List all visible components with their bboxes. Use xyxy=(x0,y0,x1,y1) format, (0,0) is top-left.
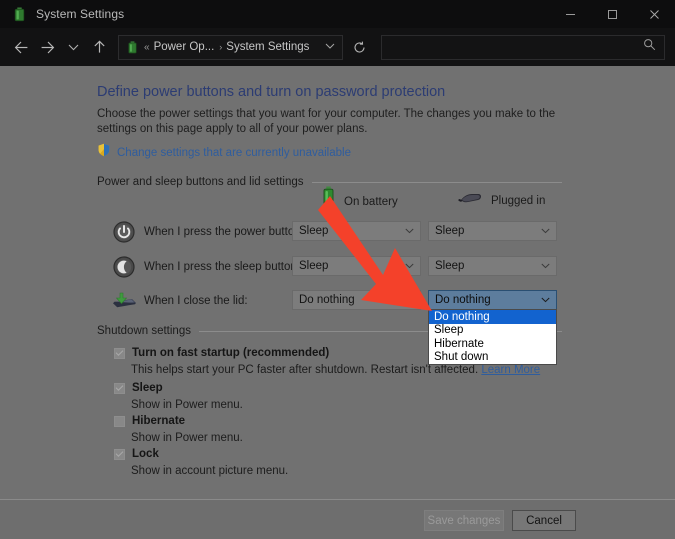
system-settings-window: System Settings « Power Op... › System S… xyxy=(0,0,675,539)
battery-icon xyxy=(11,6,27,22)
setting-row-power-button-label: When I press the power button: xyxy=(144,226,304,238)
setting-row-close-lid-label: When I close the lid: xyxy=(144,295,248,307)
setting-row-power-button: When I press the power button: xyxy=(111,221,304,243)
page-description: Choose the power settings that you want … xyxy=(97,108,556,135)
cancel-button[interactable]: Cancel xyxy=(512,510,576,531)
checkbox-sleep-label: Sleep xyxy=(132,382,163,394)
column-header-on-battery-label: On battery xyxy=(344,195,398,208)
combo-close-lid-plugged-in-value: Do nothing xyxy=(435,294,491,306)
footer-bar: Save changes Cancel xyxy=(0,499,675,539)
chevron-down-icon xyxy=(405,295,414,305)
checkbox-fast-startup-label: Turn on fast startup (recommended) xyxy=(132,347,330,359)
checkbox-fast-startup[interactable]: Turn on fast startup (recommended) xyxy=(114,347,329,359)
chevron-down-icon xyxy=(405,226,414,236)
combo-close-lid-on-battery[interactable]: Do nothing xyxy=(292,290,421,310)
shutdown-group-title: Shutdown settings xyxy=(97,325,191,337)
checkbox-sleep-box[interactable] xyxy=(114,382,125,394)
checkbox-lock-box[interactable] xyxy=(114,448,125,460)
power-group-rule xyxy=(311,181,562,183)
combo-power-button-plugged-in[interactable]: Sleep xyxy=(428,221,557,241)
combo-sleep-button-plugged-in-value: Sleep xyxy=(435,260,465,272)
checkbox-lock[interactable]: Lock xyxy=(114,448,159,460)
dropdown-option-shut-down[interactable]: Shut down xyxy=(429,351,556,365)
combo-sleep-button-on-battery-value: Sleep xyxy=(299,260,329,272)
forward-arrow-icon[interactable] xyxy=(34,34,60,60)
checkbox-fast-startup-box[interactable] xyxy=(114,347,125,359)
title-bar: System Settings xyxy=(0,0,675,28)
page-content: Define power buttons and turn on passwor… xyxy=(0,66,675,500)
power-button-icon xyxy=(111,221,137,243)
battery-icon xyxy=(322,186,335,217)
column-header-plugged-in-label: Plugged in xyxy=(491,194,546,207)
laptop-lid-icon xyxy=(111,290,137,312)
minimize-icon[interactable] xyxy=(549,0,591,28)
maximize-icon[interactable] xyxy=(591,0,633,28)
setting-row-close-lid: When I close the lid: xyxy=(111,290,248,312)
save-changes-button[interactable]: Save changes xyxy=(424,510,504,531)
dropdown-option-do-nothing[interactable]: Do nothing xyxy=(429,310,556,324)
search-icon[interactable] xyxy=(643,38,656,56)
plug-icon xyxy=(458,190,482,211)
power-group-title: Power and sleep buttons and lid settings xyxy=(97,176,304,188)
combo-power-button-on-battery[interactable]: Sleep xyxy=(292,221,421,241)
fast-startup-description: This helps start your PC faster after sh… xyxy=(131,364,540,376)
dropdown-option-sleep[interactable]: Sleep xyxy=(429,324,556,338)
dropdown-option-hibernate[interactable]: Hibernate xyxy=(429,337,556,351)
chevron-down-icon xyxy=(405,261,414,271)
column-header-on-battery: On battery xyxy=(322,186,398,217)
search-input[interactable] xyxy=(381,34,665,60)
chevron-down-icon xyxy=(541,226,550,236)
breadcrumb[interactable]: « Power Op... › System Settings xyxy=(118,34,343,60)
close-icon[interactable] xyxy=(633,0,675,28)
shield-icon xyxy=(97,143,111,162)
checkbox-hibernate-box[interactable] xyxy=(114,415,125,427)
combo-close-lid-plugged-in[interactable]: Do nothing xyxy=(428,290,557,310)
lock-description: Show in account picture menu. xyxy=(131,465,289,477)
combo-power-button-plugged-in-value: Sleep xyxy=(435,225,465,237)
refresh-icon[interactable] xyxy=(346,34,372,60)
breadcrumb-separator: › xyxy=(219,42,223,52)
address-bar: « Power Op... › System Settings xyxy=(0,28,675,66)
checkbox-hibernate-label: Hibernate xyxy=(132,415,186,427)
learn-more-link[interactable]: Learn More xyxy=(481,364,540,376)
combo-close-lid-on-battery-value: Do nothing xyxy=(299,294,355,306)
up-arrow-icon[interactable] xyxy=(86,34,112,60)
combo-sleep-button-on-battery[interactable]: Sleep xyxy=(292,256,421,276)
window-controls xyxy=(549,0,675,28)
breadcrumb-chevron-down-icon[interactable] xyxy=(325,42,335,52)
chevron-down-icon xyxy=(541,261,550,271)
checkbox-hibernate[interactable]: Hibernate xyxy=(114,415,185,427)
combo-power-button-on-battery-value: Sleep xyxy=(299,225,329,237)
column-header-plugged-in: Plugged in xyxy=(458,190,545,211)
sleep-description: Show in Power menu. xyxy=(131,399,243,411)
sleep-moon-icon xyxy=(111,256,137,278)
setting-row-sleep-button: When I press the sleep button: xyxy=(111,256,300,278)
checkbox-sleep[interactable]: Sleep xyxy=(114,382,163,394)
breadcrumb-battery-icon xyxy=(124,39,140,55)
window-title: System Settings xyxy=(36,7,125,21)
change-settings-link-label[interactable]: Change settings that are currently unava… xyxy=(117,147,351,159)
breadcrumb-current[interactable]: System Settings xyxy=(226,41,309,53)
chevron-down-icon xyxy=(541,295,550,305)
fast-startup-description-text: This helps start your PC faster after sh… xyxy=(131,364,479,376)
back-arrow-icon[interactable] xyxy=(8,34,34,60)
combo-sleep-button-plugged-in[interactable]: Sleep xyxy=(428,256,557,276)
setting-row-sleep-button-label: When I press the sleep button: xyxy=(144,261,300,273)
hibernate-description: Show in Power menu. xyxy=(131,432,243,444)
recent-locations-chevron-down-icon[interactable] xyxy=(60,34,86,60)
page-title: Define power buttons and turn on passwor… xyxy=(97,84,446,100)
page-body: Define power buttons and turn on passwor… xyxy=(0,66,675,539)
breadcrumb-parent[interactable]: Power Op... xyxy=(154,41,215,53)
dropdown-close-lid-plugged-in[interactable]: Do nothing Sleep Hibernate Shut down xyxy=(428,309,557,365)
breadcrumb-overflow[interactable]: « xyxy=(144,42,150,53)
checkbox-lock-label: Lock xyxy=(132,448,159,460)
change-settings-link[interactable]: Change settings that are currently unava… xyxy=(97,143,351,162)
